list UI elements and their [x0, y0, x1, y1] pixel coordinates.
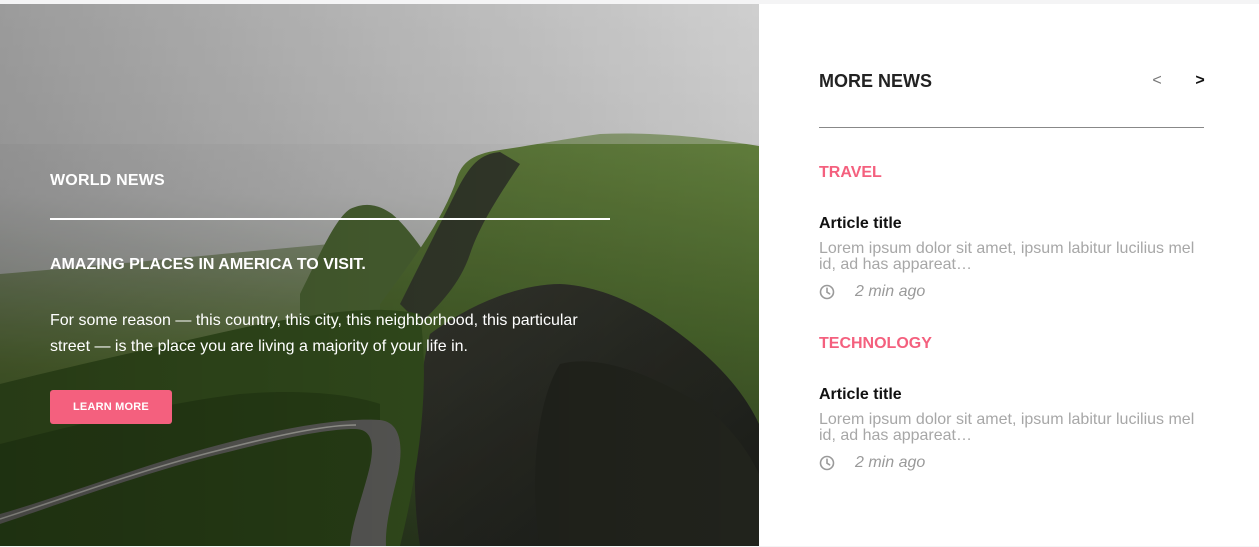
- clock-icon: [819, 455, 835, 471]
- hero-category: WORLD NEWS: [50, 172, 165, 189]
- more-news-divider: [819, 127, 1204, 128]
- news-section: WORLD NEWS AMAZING PLACES IN AMERICA TO …: [0, 4, 1259, 546]
- article-summary: Lorem ipsum dolor sit amet, ipsum labitu…: [819, 240, 1195, 273]
- article-meta: 2 min ago: [819, 453, 925, 473]
- more-news-title: MORE NEWS: [819, 71, 933, 91]
- next-button[interactable]: >: [1190, 70, 1210, 92]
- hero-excerpt: For some reason — this country, this cit…: [50, 312, 578, 355]
- hero-headline: AMAZING PLACES IN AMERICA TO VISIT.: [50, 256, 366, 273]
- hero-feature: WORLD NEWS AMAZING PLACES IN AMERICA TO …: [0, 4, 759, 546]
- prev-button[interactable]: <: [1147, 70, 1167, 92]
- article-meta: 2 min ago: [819, 282, 925, 302]
- news-category[interactable]: TECHNOLOGY: [819, 335, 932, 353]
- learn-more-button[interactable]: LEARN MORE: [50, 390, 172, 424]
- article-time: 2 min ago: [855, 283, 926, 300]
- more-news-panel: MORE NEWS < > TRAVEL Article title Lorem…: [759, 4, 1259, 546]
- clock-icon: [819, 284, 835, 300]
- hero-divider: [50, 218, 610, 220]
- article-title-link[interactable]: Article title: [819, 386, 902, 404]
- news-category[interactable]: TRAVEL: [819, 164, 882, 182]
- article-time: 2 min ago: [855, 454, 926, 471]
- hero-image: [0, 4, 759, 546]
- article-title-link[interactable]: Article title: [819, 215, 902, 233]
- article-summary: Lorem ipsum dolor sit amet, ipsum labitu…: [819, 411, 1195, 444]
